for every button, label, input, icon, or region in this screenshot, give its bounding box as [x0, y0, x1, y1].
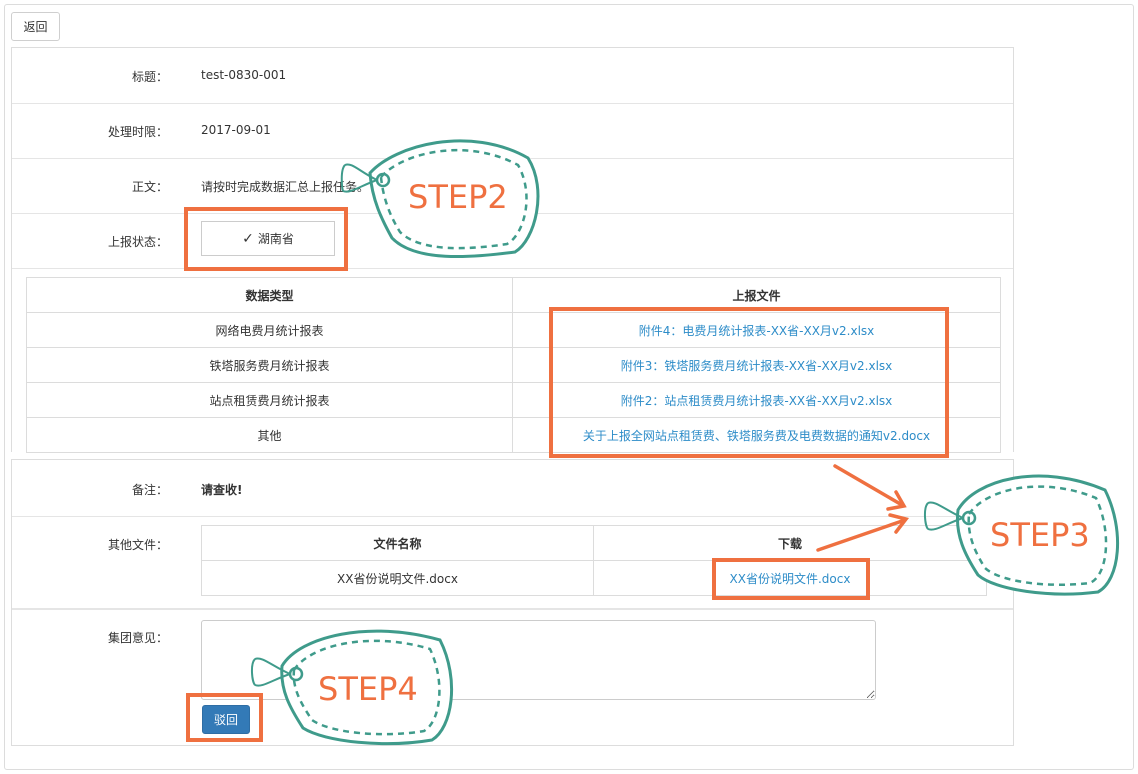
opinion-textarea[interactable]: [201, 620, 876, 700]
column-header-file-name: 文件名称: [201, 525, 594, 561]
remark-row: 备注： 请查收!: [12, 460, 1013, 517]
body-value: 请按时完成数据汇总上报任务。: [201, 180, 370, 194]
table-row: XX省份说明文件.docx XX省份说明文件.docx: [201, 560, 987, 596]
table-row: 铁塔服务费月统计报表 附件3：铁塔服务费月统计报表-XX省-XX月v2.xlsx: [26, 347, 1001, 383]
file-link[interactable]: 关于上报全网站点租赁费、铁塔服务费及电费数据的通知v2.docx: [583, 429, 930, 443]
title-label: 标题：: [131, 70, 168, 84]
status-label: 上报状态：: [107, 235, 168, 249]
download-link[interactable]: XX省份说明文件.docx: [730, 572, 851, 586]
column-header-report-file: 上报文件: [512, 277, 1001, 313]
data-type-cell: 其他: [26, 417, 513, 453]
file-cell: 关于上报全网站点租赁费、铁塔服务费及电费数据的通知v2.docx: [512, 417, 1001, 453]
table-row: 其他 关于上报全网站点租赁费、铁塔服务费及电费数据的通知v2.docx: [26, 417, 1001, 453]
column-header-data-type: 数据类型: [26, 277, 513, 313]
remark-value: 请查收!: [201, 483, 243, 497]
deadline-label: 处理时限：: [107, 125, 168, 139]
status-row: 上报状态： ✓ 湖南省: [12, 213, 1013, 269]
table-row: 网络电费月统计报表 附件4：电费月统计报表-XX省-XX月v2.xlsx: [26, 312, 1001, 348]
other-files-table: 文件名称 下载 XX省份说明文件.docx XX省份说明文件.docx: [201, 525, 987, 596]
detail-panel: 标题： test-0830-001 处理时限： 2017-09-01 正文： 请…: [11, 47, 1014, 453]
table-header-row: 文件名称 下载: [201, 525, 987, 561]
report-table: 数据类型 上报文件 网络电费月统计报表 附件4：电费月统计报表-XX省-XX月v…: [26, 277, 1001, 453]
opinion-label: 集团意见：: [107, 631, 168, 645]
table-row: 站点租赁费月统计报表 附件2：站点租赁费月统计报表-XX省-XX月v2.xlsx: [26, 382, 1001, 418]
data-type-cell: 网络电费月统计报表: [26, 312, 513, 348]
remark-label: 备注：: [131, 483, 168, 497]
file-link[interactable]: 附件3：铁塔服务费月统计报表-XX省-XX月v2.xlsx: [621, 359, 893, 373]
title-row: 标题： test-0830-001: [12, 48, 1013, 104]
title-value: test-0830-001: [201, 68, 287, 82]
file-name-cell: XX省份说明文件.docx: [201, 560, 594, 596]
download-cell: XX省份说明文件.docx: [593, 560, 987, 596]
status-province-label: 湖南省: [257, 232, 294, 246]
body-row: 正文： 请按时完成数据汇总上报任务。: [12, 158, 1013, 214]
deadline-value: 2017-09-01: [201, 123, 271, 137]
check-icon: ✓: [242, 230, 254, 247]
body-label: 正文：: [131, 180, 168, 194]
file-cell: 附件3：铁塔服务费月统计报表-XX省-XX月v2.xlsx: [512, 347, 1001, 383]
data-type-cell: 站点租赁费月统计报表: [26, 382, 513, 418]
file-link[interactable]: 附件2：站点租赁费月统计报表-XX省-XX月v2.xlsx: [621, 394, 893, 408]
reject-button[interactable]: 驳回: [202, 705, 250, 734]
column-header-download: 下载: [593, 525, 987, 561]
file-cell: 附件4：电费月统计报表-XX省-XX月v2.xlsx: [512, 312, 1001, 348]
back-button[interactable]: 返回: [11, 12, 60, 41]
file-cell: 附件2：站点租赁费月统计报表-XX省-XX月v2.xlsx: [512, 382, 1001, 418]
status-province-checkbox[interactable]: ✓ 湖南省: [201, 221, 335, 256]
file-link[interactable]: 附件4：电费月统计报表-XX省-XX月v2.xlsx: [639, 324, 875, 338]
extra-panel: 备注： 请查收! 其他文件： 文件名称 下载 XX省份说明文件.docx XX省…: [11, 459, 1014, 746]
other-files-label: 其他文件：: [107, 538, 168, 552]
table-header-row: 数据类型 上报文件: [26, 277, 1001, 313]
data-type-cell: 铁塔服务费月统计报表: [26, 347, 513, 383]
other-files-row: 其他文件： 文件名称 下载 XX省份说明文件.docx XX省份说明文件.doc…: [12, 516, 1013, 610]
deadline-row: 处理时限： 2017-09-01: [12, 103, 1013, 159]
